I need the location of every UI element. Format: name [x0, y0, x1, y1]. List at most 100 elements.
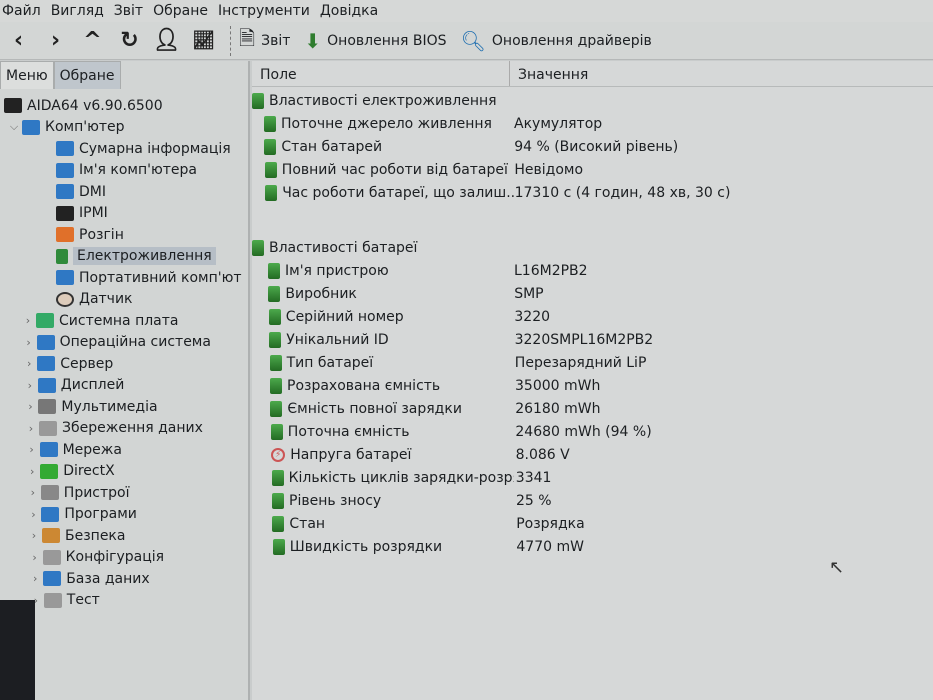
tree-item[interactable]: › Безпека [0, 525, 248, 547]
field-value: 35000 mWh [515, 377, 601, 394]
chevron-right-icon[interactable]: › [21, 357, 37, 370]
field-label: Ємність повної зарядки [287, 400, 462, 417]
category-icon [38, 399, 57, 415]
field-label: Серійний номер [285, 308, 404, 325]
table-row[interactable]: Унікальний ID 3220SMPL16M2PB2 [252, 328, 933, 351]
chevron-right-icon[interactable]: › [22, 400, 38, 413]
category-icon [36, 334, 55, 350]
column-header-value[interactable]: Значення [510, 61, 588, 86]
tree-item[interactable]: › Мережа [0, 439, 248, 461]
table-row[interactable]: Тип батареї Перезарядний LiP [252, 351, 933, 374]
table-row[interactable]: Ємність повної зарядки 26180 mWh [252, 397, 933, 420]
menu-help[interactable]: Довідка [318, 3, 384, 19]
report-button[interactable]: 🗎 Звіт [239, 24, 290, 58]
table-row[interactable]: Серійний номер 3220 [252, 305, 933, 328]
tab-menu[interactable]: Меню [0, 61, 54, 89]
field-value: 24680 mWh (94 %) [515, 423, 652, 440]
menu-file[interactable]: Файл [0, 3, 47, 19]
battery-icon [268, 285, 281, 302]
field-label: Унікальний ID [286, 331, 389, 348]
tree-item[interactable]: › Програми [0, 504, 248, 526]
table-row[interactable]: Кількість циклів зарядки-розря... 3341 [252, 466, 933, 489]
table-row[interactable]: Рівень зносу 25 % [252, 489, 933, 512]
computer-icon [56, 162, 74, 178]
table-row[interactable]: Час роботи батареї, що залиш... 17310 с (… [252, 181, 933, 204]
field-label: Тип батареї [286, 354, 374, 371]
field-value: 3341 [515, 469, 552, 486]
tree-label: Збереження даних [62, 420, 203, 437]
table-row[interactable]: Стан Розрядка [252, 512, 933, 535]
tree-item-computer-name[interactable]: Ім'я комп'ютера [0, 160, 248, 182]
chevron-right-icon[interactable]: › [24, 465, 40, 478]
column-header-field[interactable]: Поле [252, 61, 510, 86]
tree-item[interactable]: › Системна плата [0, 310, 248, 332]
menu-tools[interactable]: Інструменти [216, 3, 316, 19]
tree-label: DMI [79, 183, 106, 200]
chevron-right-icon[interactable]: › [26, 529, 42, 542]
field-label: Розрахована ємність [287, 377, 441, 394]
tree-item[interactable]: › Дисплей [0, 375, 248, 397]
table-row[interactable]: Поточна ємність 24680 mWh (94 %) [252, 420, 933, 443]
chevron-right-icon[interactable]: › [23, 422, 39, 435]
tree-item[interactable]: › Збереження даних [0, 418, 248, 440]
chevron-down-icon[interactable]: ⌵ [6, 120, 22, 134]
tab-favorites[interactable]: Обране [53, 61, 121, 89]
tree-root[interactable]: AIDA64 v6.90.6500 [0, 95, 248, 117]
chevron-right-icon[interactable]: › [25, 486, 41, 499]
tree-item-portable[interactable]: Портативний комп'ют [0, 267, 248, 289]
forward-icon[interactable]: › [37, 28, 74, 53]
table-row[interactable]: Виробник SMP [252, 282, 933, 305]
tree-item-power[interactable]: Електроживлення [0, 246, 248, 268]
chevron-right-icon[interactable]: › [22, 379, 38, 392]
tree-item[interactable]: › База даних [0, 568, 248, 590]
refresh-icon[interactable]: ↻ [111, 28, 148, 53]
chevron-right-icon[interactable]: › [24, 443, 40, 456]
driver-update-button[interactable]: 🔍︎ Оновлення драйверів [461, 29, 652, 53]
table-row[interactable]: Розрахована ємність 35000 mWh [252, 374, 933, 397]
tree-item[interactable]: › Конфігурація [0, 547, 248, 569]
chart-icon[interactable]: 📈︎ [185, 30, 222, 51]
tree-item[interactable]: › Операційна система [0, 332, 248, 354]
tree-item[interactable]: › DirectX [0, 461, 248, 483]
table-row[interactable]: ⚡ Напруга батареї 8.086 V [252, 443, 933, 466]
tree-label: Сумарна інформація [79, 140, 231, 157]
tree-label: Ім'я комп'ютера [79, 162, 198, 179]
battery-icon [270, 400, 283, 417]
tree-item-sensor[interactable]: Датчик [0, 289, 248, 311]
chevron-right-icon[interactable]: › [25, 508, 41, 521]
battery-icon [264, 161, 277, 178]
user-icon[interactable]: 👤︎ [148, 28, 185, 53]
up-icon[interactable]: ^ [74, 28, 111, 53]
computer-icon [56, 141, 74, 157]
section-header: Властивості батареї [252, 236, 933, 259]
section-title: Властивості батареї [269, 239, 418, 256]
table-row[interactable]: Поточне джерело живлення Акумулятор [252, 112, 933, 135]
mouse-cursor-icon: ↖ [829, 557, 845, 578]
category-icon [42, 528, 60, 544]
chevron-right-icon[interactable]: › [20, 314, 36, 327]
tree-item[interactable]: › Тест [0, 590, 248, 612]
field-value: Невідомо [514, 161, 584, 178]
table-row[interactable]: Швидкість розрядки 4770 mW [252, 535, 933, 558]
menu-report[interactable]: Звіт [112, 3, 149, 19]
tree-item[interactable]: › Сервер [0, 353, 248, 375]
tree-label: Операційна система [59, 334, 211, 351]
chevron-right-icon[interactable]: › [27, 572, 43, 585]
menu-favorites[interactable]: Обране [151, 3, 214, 19]
table-row[interactable]: Ім'я пристрою L16M2PB2 [252, 259, 933, 282]
table-row[interactable]: Стан батарей 94 % (Високий рівень) [252, 135, 933, 158]
chevron-right-icon[interactable]: › [27, 551, 43, 564]
tree-item[interactable]: › Мультимедіа [0, 396, 248, 418]
field-value: 3220 [514, 308, 551, 325]
tree-item-ipmi[interactable]: IPMI [0, 203, 248, 225]
chevron-right-icon[interactable]: › [21, 336, 37, 349]
back-icon[interactable]: ‹ [0, 28, 37, 53]
tree-item-computer[interactable]: ⌵ Комп'ютер [0, 117, 248, 139]
menu-view[interactable]: Вигляд [49, 3, 110, 19]
bios-update-button[interactable]: ⬇ Оновлення BIOS [304, 29, 446, 53]
tree-item-overclock[interactable]: Розгін [0, 224, 248, 246]
tree-item[interactable]: › Пристрої [0, 482, 248, 504]
tree-item-summary[interactable]: Сумарна інформація [0, 138, 248, 160]
table-row[interactable]: Повний час роботи від батареї Невідомо [252, 158, 933, 181]
tree-item-dmi[interactable]: DMI [0, 181, 248, 203]
